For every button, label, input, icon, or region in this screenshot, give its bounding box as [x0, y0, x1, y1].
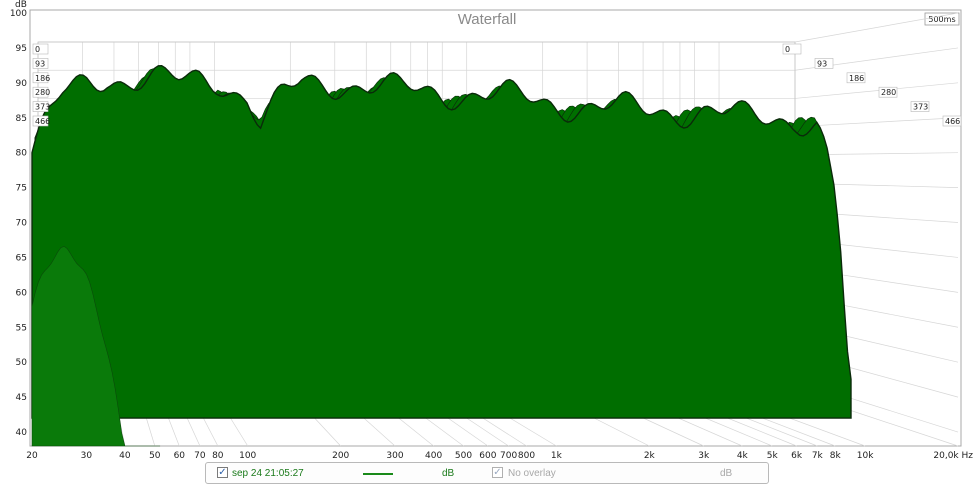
series-name: sep 24 21:05:27 — [232, 468, 304, 479]
y-tick-label: 45 — [16, 393, 27, 403]
x-tick-label: 20 — [26, 451, 38, 460]
y-tick-label: 100 — [10, 9, 27, 19]
legend-bar: ✓ sep 24 21:05:27 dB ✓ No overlay dB — [205, 462, 769, 484]
x-tick-label: 40 — [119, 451, 131, 460]
time-window-label: 500ms — [928, 15, 955, 24]
x-tick-label: 100 — [239, 451, 256, 460]
time-slice-label-left: 186 — [35, 74, 50, 83]
y-tick-label: 85 — [16, 114, 27, 124]
overlay-unit: dB — [720, 468, 733, 479]
check-icon: ✓ — [218, 467, 227, 478]
waterfall-chart: dB Waterfall 500ms 100959085807570656055… — [10, 0, 973, 460]
time-slice-label-left: 466 — [35, 117, 50, 126]
x-tick-label: 7k — [812, 451, 824, 460]
series-color-swatch — [363, 473, 393, 475]
y-tick-label: 80 — [16, 149, 28, 159]
time-slice-label-right: 373 — [913, 103, 928, 112]
y-tick-label: 90 — [16, 79, 28, 89]
waterfall-surface — [31, 64, 852, 447]
x-tick-label: 60 — [174, 451, 186, 460]
x-tick-label: 5k — [767, 451, 779, 460]
x-tick-label: 20,0k Hz — [933, 451, 973, 460]
waterfall-slice — [31, 64, 852, 419]
y-tick-label: 40 — [16, 428, 28, 438]
x-tick-label: 8k — [830, 451, 842, 460]
check-icon: ✓ — [493, 467, 502, 478]
x-tick-label: 50 — [149, 451, 161, 460]
x-tick-label: 300 — [386, 451, 403, 460]
x-tick-label: 400 — [425, 451, 442, 460]
x-tick-label: 800 — [518, 451, 535, 460]
x-tick-label: 500 — [455, 451, 472, 460]
y-axis: 100 95 90 85 80 75 70 65 60 55 50 45 40 — [10, 9, 27, 438]
time-slice-label-right: 466 — [945, 117, 960, 126]
time-slice-label-left: 280 — [35, 88, 50, 97]
x-tick-label: 70 — [194, 451, 206, 460]
x-tick-label: 700 — [500, 451, 517, 460]
overlay-checkbox[interactable]: ✓ — [492, 467, 503, 478]
x-tick-label: 1k — [551, 451, 563, 460]
y-tick-label: 95 — [16, 44, 27, 54]
x-tick-label: 4k — [737, 451, 749, 460]
y-tick-label: 65 — [16, 253, 27, 263]
time-slice-label-right: 280 — [881, 88, 896, 97]
chart-title: Waterfall — [458, 11, 517, 28]
time-slice-label-right: 0 — [785, 45, 790, 54]
time-slice-label-left: 373 — [35, 103, 50, 112]
y-tick-label: 55 — [16, 323, 27, 333]
series-checkbox[interactable]: ✓ — [217, 467, 228, 478]
time-slice-label-left: 0 — [35, 45, 40, 54]
x-tick-label: 200 — [332, 451, 349, 460]
overlay-label: No overlay — [508, 468, 556, 479]
x-tick-label: 30 — [81, 451, 93, 460]
y-tick-label: 60 — [16, 288, 28, 298]
time-slice-label-right: 186 — [849, 74, 864, 83]
series-unit: dB — [442, 468, 455, 479]
time-slice-label-right: 93 — [817, 59, 827, 68]
x-tick-label: 3k — [698, 451, 710, 460]
x-tick-label: 6k — [791, 451, 803, 460]
x-tick-label: 10k — [857, 451, 874, 460]
x-tick-label: 600 — [479, 451, 496, 460]
x-tick-label: 80 — [212, 451, 224, 460]
x-axis: 20 30 40 50 60 70 80 100 200 300 400 500 600 700 800 1k… — [26, 451, 973, 460]
y-tick-label: 75 — [16, 184, 27, 194]
y-tick-label: 50 — [16, 358, 28, 368]
y-tick-label: 70 — [16, 219, 28, 229]
x-tick-label: 2k — [644, 451, 656, 460]
time-slice-label-left: 93 — [35, 59, 45, 68]
